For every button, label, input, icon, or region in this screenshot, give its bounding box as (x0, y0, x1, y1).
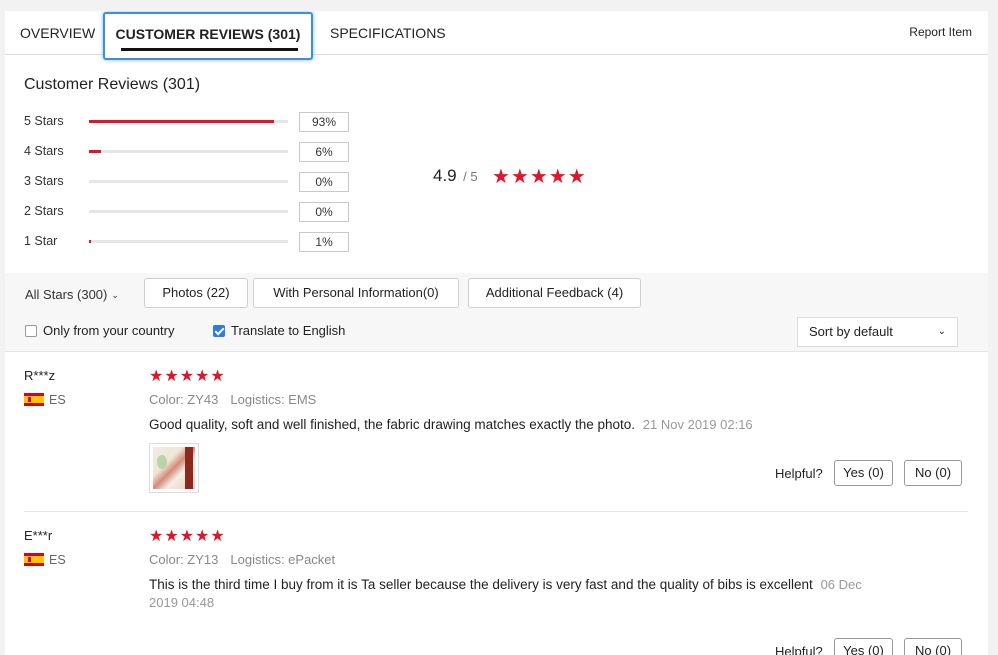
helpful-yes-button[interactable]: Yes (0) (834, 460, 893, 486)
rating-bar-track (89, 210, 288, 213)
review-body: This is the third time I buy from it is … (149, 577, 813, 592)
review-text: Good quality, soft and well finished, th… (149, 416, 869, 434)
personal-info-filter-button[interactable]: With Personal Information(0) (253, 278, 459, 308)
only-country-checkbox[interactable]: Only from your country (25, 323, 175, 338)
reviewer-name: E***r (24, 528, 53, 543)
rating-label: 3 Stars (24, 174, 64, 188)
rating-label: 5 Stars (24, 114, 64, 128)
tab-specifications[interactable]: SPECIFICATIONS (330, 11, 446, 55)
helpful-label: Helpful? (775, 644, 823, 655)
average-rating-max: / 5 (463, 169, 478, 184)
review-filters: All Stars (300) ⌄ Photos (22) With Person… (5, 273, 988, 352)
tab-overview[interactable]: OVERVIEW (20, 11, 95, 55)
all-stars-label: All Stars (300) (25, 287, 108, 302)
chevron-down-icon: ⌄ (111, 290, 119, 300)
rating-percent: 6% (299, 142, 349, 162)
rating-row-2[interactable]: 2 Stars 0% (24, 202, 354, 222)
rating-bar-track (89, 180, 288, 183)
helpful-no-button[interactable]: No (0) (904, 638, 962, 655)
helpful-no-button[interactable]: No (0) (904, 460, 962, 486)
report-item-link[interactable]: Report Item (909, 25, 972, 39)
review-color: Color: ZY43 (149, 392, 219, 407)
review-body: Good quality, soft and well finished, th… (149, 417, 636, 432)
rating-label: 4 Stars (24, 144, 64, 158)
reviews-panel: OVERVIEW CUSTOMER REVIEWS (301) SPECIFIC… (5, 11, 988, 655)
rating-percent: 1% (299, 232, 349, 252)
sort-label: Sort by default (809, 324, 893, 339)
rating-bar-track (89, 240, 288, 243)
checkbox-icon[interactable] (25, 325, 37, 337)
active-tab-underline (121, 48, 298, 51)
review-divider (24, 511, 968, 512)
average-rating-value: 4.9 (433, 166, 457, 185)
review-meta: Color: ZY43 Logistics: EMS (149, 392, 316, 407)
sort-dropdown[interactable]: Sort by default ⌄ (797, 317, 958, 347)
summary-title: Customer Reviews (301) (24, 76, 201, 93)
rating-percent: 0% (299, 172, 349, 192)
chevron-down-icon: ⌄ (937, 326, 946, 337)
review-date: 21 Nov 2019 02:16 (642, 417, 753, 432)
review-star-icons: ★★★★★ (149, 368, 226, 385)
rating-bar-fill (89, 240, 91, 243)
rating-bar-fill (89, 150, 101, 153)
review-photo-thumbnail[interactable] (149, 443, 199, 493)
rating-row-1[interactable]: 1 Star 1% (24, 232, 354, 252)
spain-flag-icon (24, 393, 44, 406)
rating-percent: 0% (299, 202, 349, 222)
all-stars-dropdown[interactable]: All Stars (300) ⌄ (25, 287, 119, 302)
review-text: This is the third time I buy from it is … (149, 576, 869, 612)
rating-bar-track (89, 120, 288, 123)
rating-bar-fill (89, 120, 275, 123)
rating-percent: 93% (299, 112, 349, 132)
rating-row-4[interactable]: 4 Stars 6% (24, 142, 354, 162)
rating-bar-track (89, 150, 288, 153)
tab-bar: OVERVIEW CUSTOMER REVIEWS (301) SPECIFIC… (5, 11, 988, 60)
rating-row-5[interactable]: 5 Stars 93% (24, 112, 354, 132)
rating-label: 2 Stars (24, 204, 64, 218)
review-meta: Color: ZY13 Logistics: ePacket (149, 552, 335, 567)
translate-label: Translate to English (231, 323, 346, 338)
reviewer-country: ES (49, 553, 66, 567)
helpful-yes-button[interactable]: Yes (0) (834, 638, 893, 655)
checkbox-checked-icon[interactable] (213, 325, 225, 337)
review-logistics: Logistics: ePacket (230, 552, 336, 567)
photos-filter-button[interactable]: Photos (22) (144, 278, 248, 308)
only-country-label: Only from your country (43, 323, 175, 338)
translate-checkbox[interactable]: Translate to English (213, 323, 345, 338)
rating-label: 1 Star (24, 234, 58, 248)
helpful-label: Helpful? (775, 466, 823, 481)
review-color: Color: ZY13 (149, 552, 219, 567)
reviewer-name: R***z (24, 368, 56, 383)
rating-row-3[interactable]: 3 Stars 0% (24, 172, 354, 192)
reviewer-country: ES (49, 393, 66, 407)
tab-customer-reviews[interactable]: CUSTOMER REVIEWS (301) (103, 12, 313, 60)
review-star-icons: ★★★★★ (149, 528, 226, 545)
review-photo (153, 447, 195, 489)
average-star-icons: ★★★★★ (492, 166, 587, 188)
tab-customer-reviews-label: CUSTOMER REVIEWS (301) (115, 26, 301, 42)
additional-feedback-filter-button[interactable]: Additional Feedback (4) (468, 278, 641, 308)
average-rating: 4.9 / 5 (433, 166, 478, 186)
review-logistics: Logistics: EMS (230, 392, 317, 407)
spain-flag-icon (24, 553, 44, 566)
